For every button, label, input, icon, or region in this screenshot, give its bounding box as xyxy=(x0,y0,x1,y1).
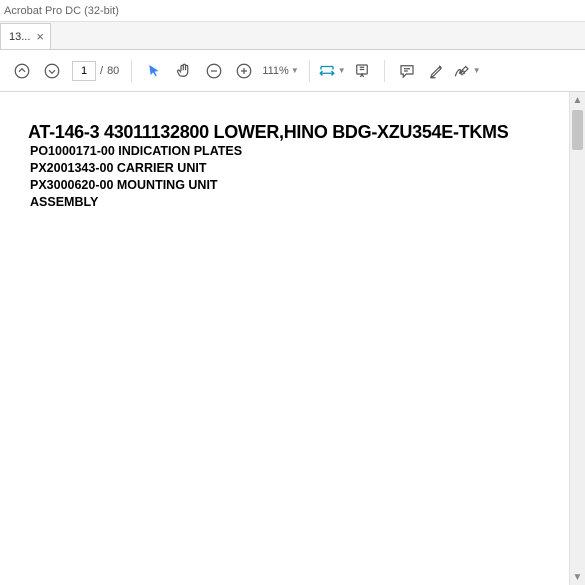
comment-button[interactable] xyxy=(393,57,421,85)
highlighter-icon xyxy=(428,62,446,80)
signature-icon xyxy=(453,62,471,80)
fit-width-button[interactable]: ▼ xyxy=(318,57,346,85)
document-tab[interactable]: 13... × xyxy=(0,23,51,49)
document-content: AT-146-3 43011132800 LOWER,HINO BDG-XZU3… xyxy=(0,92,585,585)
close-icon[interactable]: × xyxy=(36,29,44,44)
document-line: ASSEMBLY xyxy=(28,194,565,211)
arrow-up-circle-icon xyxy=(13,62,31,80)
zoom-out-button[interactable] xyxy=(200,57,228,85)
scroll-up-icon[interactable]: ▲ xyxy=(570,92,585,108)
toolbar: / 80 111% ▼ ▼ ▼ xyxy=(0,50,585,92)
sign-button[interactable]: ▼ xyxy=(453,57,481,85)
page-indicator: / 80 xyxy=(72,61,119,81)
toolbar-divider xyxy=(384,60,385,82)
zoom-level[interactable]: 111% ▼ xyxy=(262,65,298,77)
read-mode-button[interactable] xyxy=(348,57,376,85)
tab-bar: 13... × xyxy=(0,22,585,50)
document-heading: AT-146-3 43011132800 LOWER,HINO BDG-XZU3… xyxy=(28,122,565,143)
scrollbar-thumb[interactable] xyxy=(572,110,583,150)
page-separator: / xyxy=(100,65,103,77)
selection-tool-button[interactable] xyxy=(140,57,168,85)
toolbar-divider xyxy=(309,60,310,82)
page-view-icon xyxy=(353,62,371,80)
document-line: PX3000620-00 MOUNTING UNIT xyxy=(28,177,565,194)
document-line: PX2001343-00 CARRIER UNIT xyxy=(28,160,565,177)
plus-circle-icon xyxy=(235,62,253,80)
minus-circle-icon xyxy=(205,62,223,80)
scroll-down-icon[interactable]: ▼ xyxy=(570,569,585,585)
document-line: PO1000171-00 INDICATION PLATES xyxy=(28,143,565,160)
chevron-down-icon: ▼ xyxy=(338,66,346,75)
hand-tool-button[interactable] xyxy=(170,57,198,85)
fit-width-icon xyxy=(318,62,336,80)
arrow-down-circle-icon xyxy=(43,62,61,80)
page-total: 80 xyxy=(107,65,119,77)
hand-icon xyxy=(175,62,193,80)
zoom-value: 111% xyxy=(262,65,289,77)
cursor-icon xyxy=(146,63,162,79)
tab-label: 13... xyxy=(9,31,30,43)
chevron-down-icon: ▼ xyxy=(473,66,481,75)
highlight-button[interactable] xyxy=(423,57,451,85)
vertical-scrollbar[interactable]: ▲ ▼ xyxy=(569,92,585,585)
window-titlebar: Acrobat Pro DC (32-bit) xyxy=(0,0,585,22)
zoom-in-button[interactable] xyxy=(230,57,258,85)
page-up-button[interactable] xyxy=(8,57,36,85)
comment-icon xyxy=(398,62,416,80)
window-title: Acrobat Pro DC (32-bit) xyxy=(4,5,119,17)
chevron-down-icon: ▼ xyxy=(291,66,299,75)
page-number-input[interactable] xyxy=(72,61,96,81)
toolbar-divider xyxy=(131,60,132,82)
page-down-button[interactable] xyxy=(38,57,66,85)
